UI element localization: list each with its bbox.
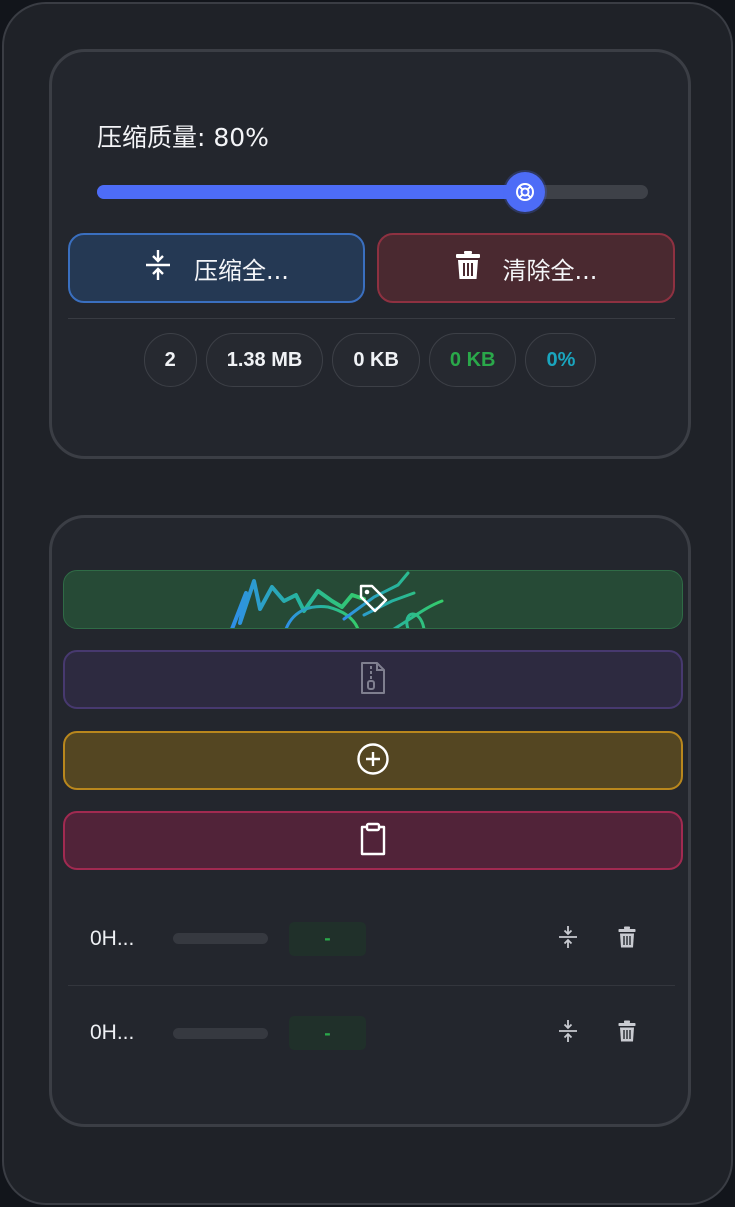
compress-all-label: 压缩全... xyxy=(194,256,289,285)
quality-label: 压缩质量: 80% xyxy=(97,123,269,152)
stat-original-size: 1.38 MB xyxy=(205,333,324,387)
stat-file-count: 2 xyxy=(143,333,197,387)
image-drop-zone[interactable] xyxy=(63,570,683,629)
file-name: 0H... xyxy=(90,1021,135,1044)
compress-icon xyxy=(144,248,172,288)
files-card: 0H... - 0H... - xyxy=(49,515,691,1127)
divider xyxy=(68,318,675,319)
lifebuoy-icon xyxy=(516,183,534,201)
clipboard-icon xyxy=(358,822,388,860)
stats-bar: 2 1.38 MB 0 KB 0 KB 0% xyxy=(52,333,688,387)
file-saved-badge: - xyxy=(289,921,366,956)
add-files-zone[interactable] xyxy=(63,731,683,790)
tag-icon xyxy=(357,582,389,618)
compress-file-button[interactable] xyxy=(555,1020,581,1046)
app-window: 压缩质量: 80% 压缩全... 清除全... 2 1.38 MB 0 KB 0… xyxy=(2,2,733,1205)
file-row: 0H... - xyxy=(68,892,675,986)
settings-card: 压缩质量: 80% 压缩全... 清除全... 2 1.38 MB 0 KB 0… xyxy=(49,49,691,459)
quality-slider-thumb[interactable] xyxy=(505,172,545,212)
delete-file-button[interactable] xyxy=(614,1020,640,1046)
plus-circle-icon xyxy=(356,742,390,780)
stat-compressed-size: 0 KB xyxy=(332,333,420,387)
zip-file-icon xyxy=(360,661,386,699)
compress-all-button[interactable]: 压缩全... xyxy=(68,233,365,303)
quality-slider-fill xyxy=(97,185,525,199)
delete-file-button[interactable] xyxy=(614,926,640,952)
quality-slider[interactable] xyxy=(97,172,648,212)
paste-zone[interactable] xyxy=(63,811,683,870)
trash-icon xyxy=(618,926,636,952)
stat-saved-percent: 0% xyxy=(525,333,597,387)
compress-file-button[interactable] xyxy=(555,925,581,953)
file-progress-bar xyxy=(173,1027,268,1039)
compress-icon xyxy=(558,1019,578,1047)
clear-all-button[interactable]: 清除全... xyxy=(377,233,675,303)
zip-drop-zone[interactable] xyxy=(63,650,683,709)
file-name: 0H... xyxy=(90,926,135,950)
file-row: 0H... - xyxy=(68,986,675,1080)
trash-icon xyxy=(618,1020,636,1046)
file-progress-bar xyxy=(173,933,268,944)
stat-saved-size: 0 KB xyxy=(428,333,517,387)
file-saved-badge: - xyxy=(289,1016,366,1050)
decorative-scribble xyxy=(230,571,444,628)
clear-all-label: 清除全... xyxy=(502,256,598,285)
trash-icon xyxy=(455,250,481,286)
compress-icon xyxy=(558,925,578,953)
